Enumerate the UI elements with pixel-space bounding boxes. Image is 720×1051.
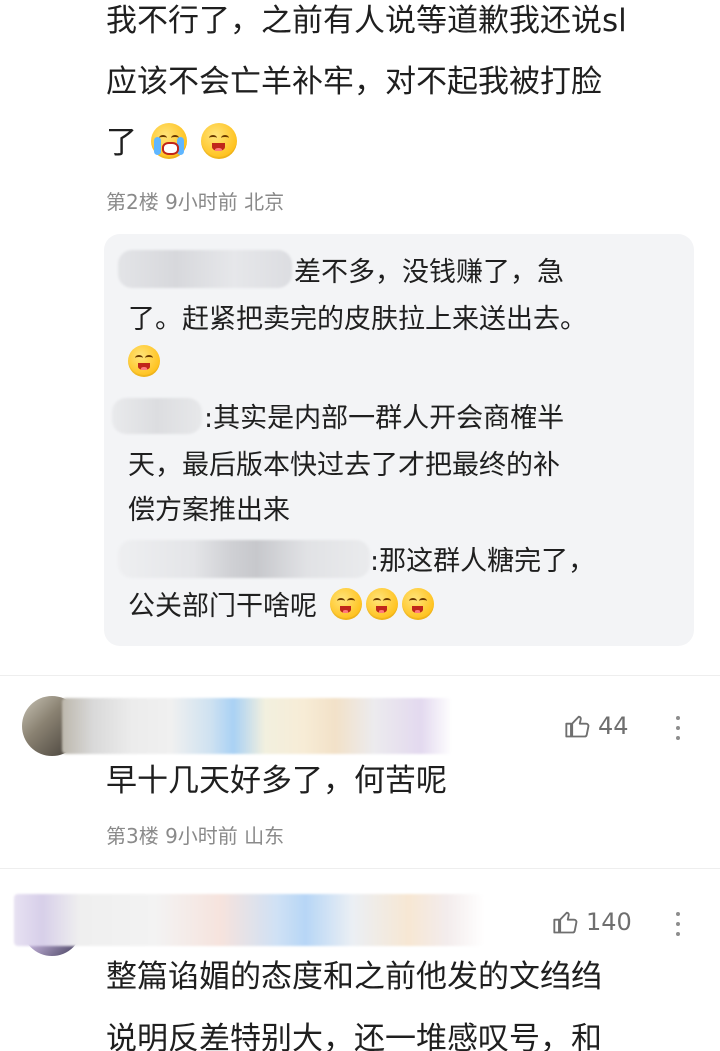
comment-text-line: 整篇谄媚的态度和之前他发的文绉绉 — [106, 959, 602, 995]
reply-emoji-line — [128, 341, 160, 387]
laugh-icon — [128, 345, 160, 377]
reply-text-line: 了。赶紧把卖完的皮肤拉上来送出去。 — [128, 304, 587, 335]
crying-laugh-icon — [150, 123, 187, 159]
reply-text-line: 偿方案推出来 — [128, 495, 290, 526]
divider — [0, 868, 720, 869]
blurred-username — [62, 698, 452, 754]
comment-text-line: 早十几天好多了，何苦呢 — [106, 763, 447, 799]
laugh-icon — [200, 123, 237, 159]
blurred-username — [118, 540, 370, 578]
comment-text-line: 了 — [106, 112, 237, 174]
comment-thread: 我不行了，之前有人说等道歉我还说sl 应该不会亡羊补牢，对不起我被打脸 了 第2… — [0, 0, 720, 1051]
laugh-icon — [329, 588, 362, 620]
blurred-username — [118, 250, 292, 288]
reply-text-line: 公关部门干啥呢 — [128, 584, 434, 630]
divider — [0, 675, 720, 676]
like-count: 44 — [598, 712, 629, 740]
reply-text-line: 差不多，没钱赚了，急 — [294, 257, 564, 288]
comment-text-line: 说明反差特别大，还一堆感叹号，和 — [106, 1021, 602, 1051]
more-options-icon[interactable] — [676, 912, 682, 936]
comment-text-line: 我不行了，之前有人说等道歉我还说sl — [106, 3, 627, 39]
reply-text-line: :那这群人糖完了， — [370, 546, 596, 577]
reply-text-line: 天，最后版本快过去了才把最终的补 — [128, 450, 560, 481]
blurred-username — [112, 398, 202, 434]
like-count: 140 — [586, 908, 632, 936]
comment-meta: 第3楼 9小时前 山东 — [106, 824, 285, 848]
comment-meta: 第2楼 9小时前 北京 — [106, 190, 285, 214]
like-button[interactable]: 140 — [552, 908, 632, 936]
comment-text-line: 应该不会亡羊补牢，对不起我被打脸 — [106, 64, 602, 100]
blurred-username — [14, 894, 484, 946]
thumbs-up-icon — [565, 715, 590, 738]
laugh-icon — [401, 588, 434, 620]
laugh-icon — [365, 588, 398, 620]
like-button[interactable]: 44 — [564, 712, 629, 740]
thumbs-up-icon — [553, 911, 578, 934]
comment-text-fragment: 了 — [106, 125, 137, 161]
more-options-icon[interactable] — [676, 716, 682, 740]
reply-text-fragment: 公关部门干啥呢 — [128, 591, 317, 622]
reply-text-line: :其实是内部一群人开会商榷半 — [204, 403, 565, 434]
